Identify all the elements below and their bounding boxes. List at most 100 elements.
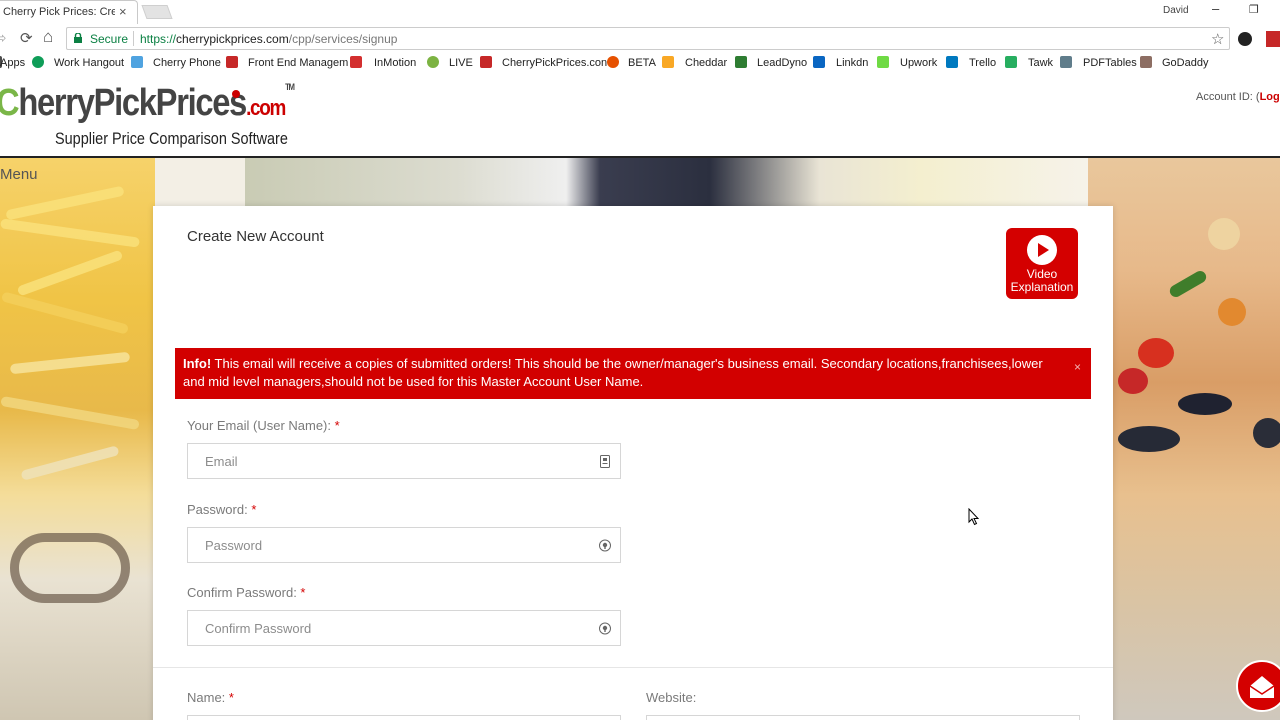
video-label-line1: Video [1026,267,1058,281]
upwork-icon [877,56,889,68]
bookmark-item[interactable]: Upwork [900,57,937,69]
confirm-password-field[interactable] [187,610,621,646]
bookmark-item[interactable]: PDFTables [1083,57,1137,69]
menu-link[interactable]: Menu [0,166,38,183]
lock-field-icon [599,622,611,635]
secure-label: Secure [90,32,129,46]
logo-letter-c: C [0,82,20,124]
browser-tab-bar: Cherry Pick Prices: Create × David – ❐ [0,0,1280,26]
address-bar[interactable]: Secure https://cherrypickprices.com/cpp/… [66,27,1230,50]
cherry-icon [232,90,240,98]
omnibox-divider [133,31,134,46]
url-text: https://cherrypickprices.com/cpp/service… [140,32,397,46]
chat-button[interactable] [1236,660,1280,712]
name-field[interactable] [187,715,621,720]
email-field-icon [600,455,610,468]
godaddy-icon [1140,56,1152,68]
tab-title: Cherry Pick Prices: Create [3,6,115,18]
confirm-password-label: Confirm Password: * [187,585,305,600]
video-button-label: Video Explanation [1006,268,1078,294]
leaddyno-icon [735,56,747,68]
name-label: Name: * [187,690,234,705]
window-minimize-icon[interactable]: – [1212,1,1219,16]
profile-name[interactable]: David [1163,5,1189,16]
bookmark-item[interactable]: Tawk [1028,57,1053,69]
browser-tab[interactable]: Cherry Pick Prices: Create × [0,0,138,24]
bookmark-item[interactable]: LeadDyno [757,57,807,69]
url-path: /cpp/services/signup [288,32,398,46]
bookmark-item[interactable]: Trello [969,57,996,69]
bookmark-item[interactable]: Linkdn [836,57,868,69]
website-label: Website: [646,690,697,705]
tawk-icon [1005,56,1017,68]
email-label-text: Your Email (User Name): [187,418,335,433]
bookmark-item[interactable]: Cherry Phone [153,57,221,69]
bookmark-item[interactable]: Apps [0,57,25,69]
pdftables-icon [1060,56,1072,68]
name-input[interactable] [188,716,588,720]
home-icon[interactable]: ⌂ [43,27,53,47]
logo-text: herryPickPrices [18,82,247,124]
pdf-extension-icon[interactable] [1266,31,1280,47]
lock-field-icon [599,539,611,552]
banner-image [245,158,1090,206]
trello-icon [946,56,958,68]
bookmark-item[interactable]: LIVE [449,57,473,69]
password-label: Password: * [187,502,256,517]
name-label-text: Name: [187,690,229,705]
cherry-icon [226,56,238,68]
pizza-image [1088,158,1280,720]
logo-tagline: Supplier Price Comparison Software [55,129,288,148]
bookmark-item[interactable]: Front End Managem [248,57,348,69]
live-icon [427,56,439,68]
bookmark-star-icon[interactable]: ☆ [1211,30,1224,48]
bookmark-item[interactable]: InMotion [374,57,416,69]
bookmarks-bar: Apps Work Hangout Cherry Phone Front End Ma… [0,52,1280,74]
url-host: cherrypickprices.com [176,32,289,46]
linkedin-icon [813,56,825,68]
info-alert-heading: Info! [183,356,212,371]
required-mark: * [300,585,306,600]
bookmark-item[interactable]: CherryPickPrices.con [502,57,607,69]
url-scheme: https:// [140,32,177,46]
logo-trademark: TM [285,82,295,92]
section-divider [153,667,1113,668]
bookmark-item[interactable]: Work Hangout [54,57,124,69]
page-title: Create New Account [187,228,324,245]
video-label-line2: Explanation [1010,280,1074,294]
password-input[interactable] [188,528,588,562]
info-alert: Info! This email will receive a copies o… [175,348,1091,399]
account-id: Account ID: (Logout [1196,91,1280,103]
new-tab-button[interactable] [141,5,173,19]
signup-panel: Create New Account Video Explanation Inf… [153,206,1113,720]
window-restore-icon[interactable]: ❐ [1249,3,1259,16]
reload-icon[interactable]: ⟳ [20,29,33,47]
email-input[interactable] [188,444,588,478]
bookmark-item[interactable]: Cheddar [685,57,727,69]
website-field[interactable] [646,715,1080,720]
confirm-password-input[interactable] [188,611,588,645]
cheddar-icon [662,56,674,68]
site-logo[interactable]: CherryPickPrices.com TM [0,82,295,125]
email-label: Your Email (User Name): * [187,418,340,433]
phone-icon [131,56,143,68]
alert-close-icon[interactable]: × [1074,358,1081,376]
email-field[interactable] [187,443,621,479]
account-id-label: Account ID: ( [1196,91,1260,103]
website-input[interactable] [647,716,1047,720]
password-field[interactable] [187,527,621,563]
tab-close-icon[interactable]: × [119,4,127,19]
logout-link[interactable]: Logout [1260,91,1280,103]
hangout-icon [32,56,44,68]
required-mark: * [228,690,234,705]
video-explanation-button[interactable]: Video Explanation [1006,228,1078,299]
bookmark-item[interactable]: GoDaddy [1162,57,1208,69]
confirm-password-label-text: Confirm Password: [187,585,301,600]
bookmark-item[interactable]: BETA [628,57,656,69]
required-mark: * [251,502,257,517]
forward-arrow-icon[interactable]: ⇨ [0,29,7,47]
extension-icon[interactable] [1238,32,1252,46]
mouse-cursor-icon [968,508,980,526]
lock-icon [74,33,82,43]
browser-toolbar: ⇨ ⟳ ⌂ Secure https://cherrypickprices.co… [0,26,1280,52]
